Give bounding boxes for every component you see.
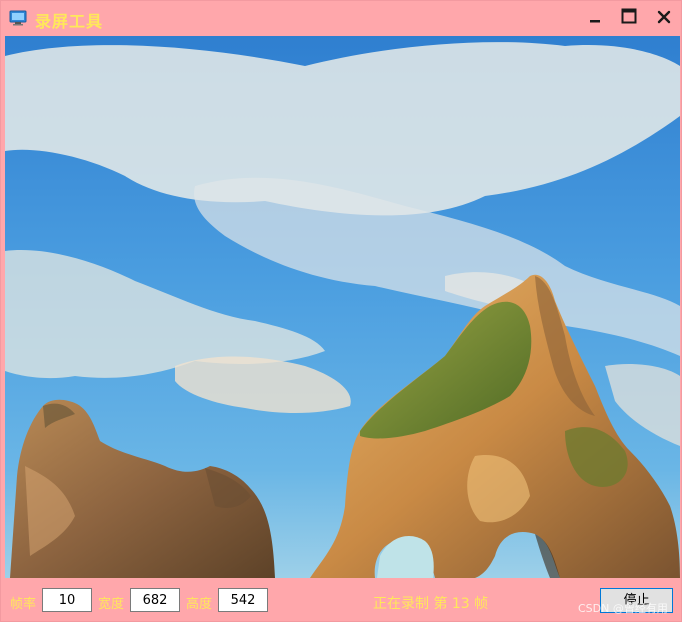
height-label: 高度 — [186, 597, 213, 612]
recording-status: 正在录制 第 13 帧 — [373, 596, 489, 612]
window-title: 录屏工具 — [35, 12, 104, 31]
maximize-button[interactable] — [617, 6, 641, 30]
width-input[interactable] — [130, 588, 180, 612]
screen-capture-preview — [5, 36, 680, 578]
minimize-button[interactable] — [583, 6, 607, 30]
control-bar: 帧率 宽度 高度 正在录制 第 13 帧 停止 CSDN @曾经有用 — [1, 586, 682, 616]
close-icon — [657, 9, 671, 28]
monitor-icon — [9, 10, 27, 26]
watermark-text: CSDN @曾经有用 — [578, 602, 668, 615]
fps-label: 帧率 — [10, 597, 37, 612]
height-input[interactable] — [218, 588, 268, 612]
maximize-icon — [621, 8, 637, 28]
width-label: 宽度 — [98, 597, 125, 612]
close-button[interactable] — [652, 6, 676, 30]
fps-input[interactable] — [42, 588, 92, 612]
minimize-icon — [588, 9, 602, 28]
recorder-window: 录屏工具 帧率 10 宽度 682 高度 542 正在录制 第 13 帧 停止 … — [0, 0, 682, 622]
title-bar[interactable]: 录屏工具 — [1, 1, 682, 35]
